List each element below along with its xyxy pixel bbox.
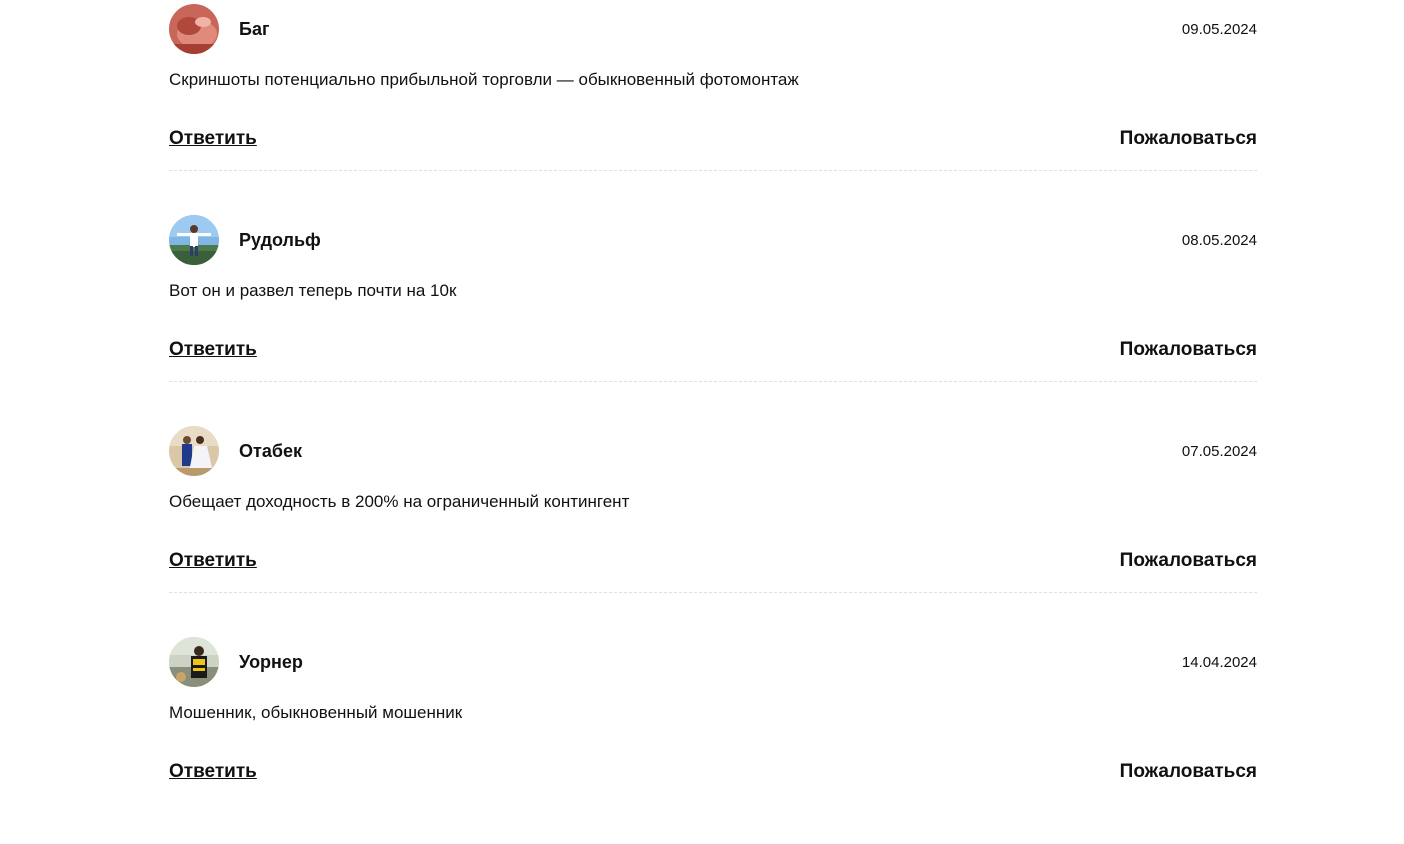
comment-date: 07.05.2024 (1181, 443, 1257, 460)
comment-author: Баг (239, 19, 270, 39)
user-avatar[interactable] (169, 4, 219, 54)
comment-author: Уорнер (239, 652, 303, 672)
reply-link[interactable]: Ответить (169, 339, 257, 361)
photo-avatar-red-hand-icon (169, 4, 219, 54)
reply-link[interactable]: Ответить (169, 128, 257, 150)
report-link[interactable]: Пожаловаться (1120, 128, 1257, 150)
photo-avatar-man-yellow-shirt-icon (169, 637, 219, 687)
comment-date: 08.05.2024 (1181, 232, 1257, 249)
comment-divider (169, 592, 1257, 593)
report-link[interactable]: Пожаловаться (1120, 761, 1257, 783)
user-avatar[interactable] (169, 637, 219, 687)
comment-item: Уорнер 14.04.2024 Мошенник, обыкновенный… (169, 633, 1257, 844)
comment-author: Рудольф (239, 230, 321, 250)
comment-divider (169, 381, 1257, 382)
comment-item: Отабек 07.05.2024 Обещает доходность в 2… (169, 422, 1257, 633)
comment-item: Рудольф 08.05.2024 Вот он и развел тепер… (169, 211, 1257, 422)
photo-avatar-man-sky-icon (169, 215, 219, 265)
comment-text: Вот он и развел теперь почти на 10к (169, 281, 457, 300)
comment-author: Отабек (239, 441, 302, 461)
comment-item: Баг 09.05.2024 Скриншоты потенциально пр… (169, 0, 1257, 211)
report-link[interactable]: Пожаловаться (1120, 550, 1257, 572)
comment-text: Скриншоты потенциально прибыльной торгов… (169, 70, 799, 89)
reply-link[interactable]: Ответить (169, 761, 257, 783)
user-avatar[interactable] (169, 215, 219, 265)
comments-list: Баг 09.05.2024 Скриншоты потенциально пр… (169, 0, 1257, 844)
photo-avatar-wedding-couple-icon (169, 426, 219, 476)
comment-date: 09.05.2024 (1181, 21, 1257, 38)
comment-text: Мошенник, обыкновенный мошенник (169, 703, 463, 722)
report-link[interactable]: Пожаловаться (1120, 339, 1257, 361)
comment-divider (169, 170, 1257, 171)
comment-text: Обещает доходность в 200% на ограниченны… (169, 492, 630, 511)
user-avatar[interactable] (169, 426, 219, 476)
comment-date: 14.04.2024 (1181, 654, 1257, 671)
reply-link[interactable]: Ответить (169, 550, 257, 572)
